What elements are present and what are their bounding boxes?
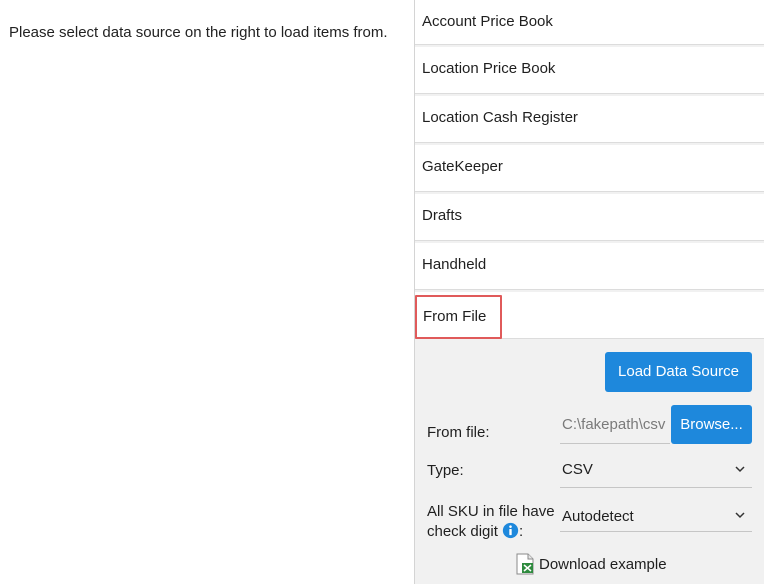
source-item-gatekeeper[interactable]: GateKeeper	[415, 145, 764, 192]
browse-button[interactable]: Browse...	[671, 405, 752, 444]
instruction-text: Please select data source on the right t…	[9, 24, 388, 41]
source-item-from-file[interactable]: From File	[415, 292, 764, 339]
source-item-label: Account Price Book	[422, 13, 553, 30]
chevron-down-icon	[735, 512, 745, 519]
source-item-label: Drafts	[422, 207, 463, 224]
check-digit-label: All SKU in file have check digit :	[427, 502, 555, 542]
type-label: Type:	[427, 462, 464, 479]
source-item-label: Handheld	[422, 256, 487, 273]
data-source-list: Account Price Book Location Price Book L…	[415, 0, 764, 339]
source-item-label: GateKeeper	[422, 158, 503, 175]
check-digit-label-line2-row: check digit :	[427, 522, 555, 542]
info-icon[interactable]	[502, 522, 519, 539]
download-example-link[interactable]: Download example	[515, 553, 667, 575]
download-example-label: Download example	[539, 556, 667, 573]
file-path-input[interactable]: C:\fakepath\csv	[560, 406, 670, 444]
from-file-label: From file:	[427, 424, 490, 441]
load-items-page: Please select data source on the right t…	[0, 0, 764, 584]
source-item-label: Location Price Book	[422, 60, 556, 77]
source-item-location-cash-register[interactable]: Location Cash Register	[415, 96, 764, 143]
source-item-location-price-book[interactable]: Location Price Book	[415, 47, 764, 94]
source-item-label: From File	[415, 295, 502, 339]
data-source-panel: Account Price Book Location Price Book L…	[414, 0, 764, 584]
type-select[interactable]: CSV	[560, 454, 752, 488]
source-item-drafts[interactable]: Drafts	[415, 194, 764, 241]
check-digit-label-line1: All SKU in file have	[427, 503, 555, 520]
source-item-label: Location Cash Register	[422, 109, 578, 126]
source-item-handheld[interactable]: Handheld	[415, 243, 764, 290]
check-digit-label-colon: :	[519, 523, 524, 540]
load-data-source-button[interactable]: Load Data Source	[605, 352, 752, 392]
check-digit-select-value: Autodetect	[562, 508, 634, 525]
source-item-account-price-book[interactable]: Account Price Book	[415, 0, 764, 45]
check-digit-label-line2: check digit	[427, 523, 498, 540]
check-digit-select[interactable]: Autodetect	[560, 502, 752, 532]
chevron-down-icon	[735, 466, 745, 473]
csv-file-icon	[516, 553, 534, 575]
type-select-value: CSV	[562, 461, 593, 478]
